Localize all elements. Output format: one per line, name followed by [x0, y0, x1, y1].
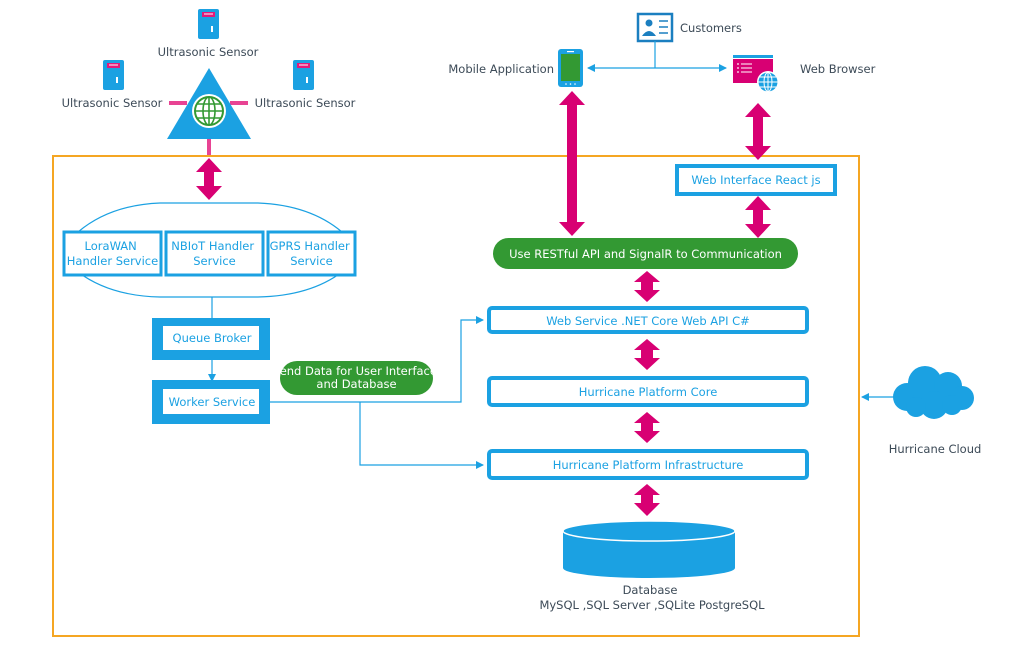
webservice-core-arrow [634, 339, 660, 370]
customers-label: Customers [680, 21, 742, 35]
platform-core-box[interactable]: Hurricane Platform Core [487, 376, 809, 407]
restful-label: Use RESTful API and SignalR to Communica… [509, 247, 782, 261]
web-browser-label: Web Browser [800, 62, 876, 76]
database-title: Database [623, 583, 678, 597]
web-service-box[interactable]: Web Service .NET Core Web API C# [487, 306, 809, 334]
ultrasonic-sensor-icon [198, 9, 219, 39]
mobile-application[interactable]: Mobile Application [448, 49, 583, 87]
mobile-restful-arrow [559, 91, 585, 236]
mobile-application-label: Mobile Application [448, 62, 554, 76]
lorawan-handler-box[interactable]: LoraWAN Handler Service [62, 230, 163, 277]
customer-card-icon [636, 12, 674, 43]
worker-to-infra-arrow [359, 402, 484, 469]
platform-infra-label: Hurricane Platform Infrastructure [553, 458, 744, 472]
send-data-line-1: Send Data for User Interface [272, 364, 437, 378]
gprs-line-2: Service [290, 254, 333, 268]
core-infra-arrow [634, 412, 660, 443]
database[interactable]: Database MySQL ,SQL Server ,SQLite Postg… [539, 520, 765, 612]
cloud-icon [893, 366, 974, 419]
customers[interactable]: Customers [636, 12, 742, 43]
gprs-handler-box[interactable]: GPRS Handler Service [266, 230, 357, 277]
web-interface-box[interactable]: Web Interface React js [675, 164, 837, 196]
restful-webservice-arrow [634, 271, 660, 302]
queue-broker-label: Queue Broker [173, 331, 252, 345]
sensor-left[interactable]: Ultrasonic Sensor [62, 60, 163, 110]
sensor-left-label: Ultrasonic Sensor [62, 96, 163, 110]
lorawan-line-1: LoraWAN [85, 239, 137, 253]
database-engines: MySQL ,SQL Server ,SQLite PostgreSQL [539, 598, 765, 612]
architecture-diagram: Ultrasonic Sensor Ultrasonic Sensor Ultr… [52, 9, 982, 637]
restful-pill[interactable]: Use RESTful API and SignalR to Communica… [493, 238, 798, 269]
nbiot-handler-box[interactable]: NBIoT Handler Service [164, 230, 265, 277]
browser-webinterface-arrow [745, 103, 771, 160]
nbiot-line-1: NBIoT Handler [171, 239, 254, 253]
worker-service-box[interactable]: Worker Service [152, 380, 270, 424]
gateway[interactable] [167, 68, 251, 155]
ultrasonic-sensor-icon [103, 60, 124, 90]
platform-infra-box[interactable]: Hurricane Platform Infrastructure [487, 449, 809, 480]
database-cylinder-icon [562, 520, 736, 578]
sensor-right[interactable]: Ultrasonic Sensor [255, 60, 356, 110]
queue-broker-box[interactable]: Queue Broker [152, 318, 270, 360]
ultrasonic-sensor-icon [293, 60, 314, 90]
gateway-globe-icon [192, 94, 226, 128]
gprs-line-1: GPRS Handler [270, 239, 350, 253]
nbiot-line-2: Service [193, 254, 236, 268]
sensor-top-label: Ultrasonic Sensor [158, 45, 259, 59]
infra-database-arrow [634, 484, 660, 516]
sensor-top[interactable]: Ultrasonic Sensor [158, 9, 259, 59]
web-browser-icon [733, 55, 779, 93]
web-service-label: Web Service .NET Core Web API C# [546, 314, 750, 328]
hurricane-cloud-label: Hurricane Cloud [889, 442, 982, 456]
web-browser[interactable]: Web Browser [733, 55, 876, 93]
gateway-handlers-arrow [196, 158, 222, 200]
smartphone-icon [558, 49, 583, 87]
sensor-right-label: Ultrasonic Sensor [255, 96, 356, 110]
platform-core-label: Hurricane Platform Core [579, 385, 718, 399]
hurricane-cloud[interactable]: Hurricane Cloud [861, 366, 982, 456]
worker-service-label: Worker Service [169, 395, 256, 409]
send-data-pill[interactable]: Send Data for User Interface and Databas… [272, 361, 440, 395]
send-data-line-2: and Database [316, 377, 396, 391]
web-interface-label: Web Interface React js [691, 173, 820, 187]
webinterface-restful-arrow [745, 196, 771, 238]
lorawan-line-2: Handler Service [67, 254, 158, 268]
